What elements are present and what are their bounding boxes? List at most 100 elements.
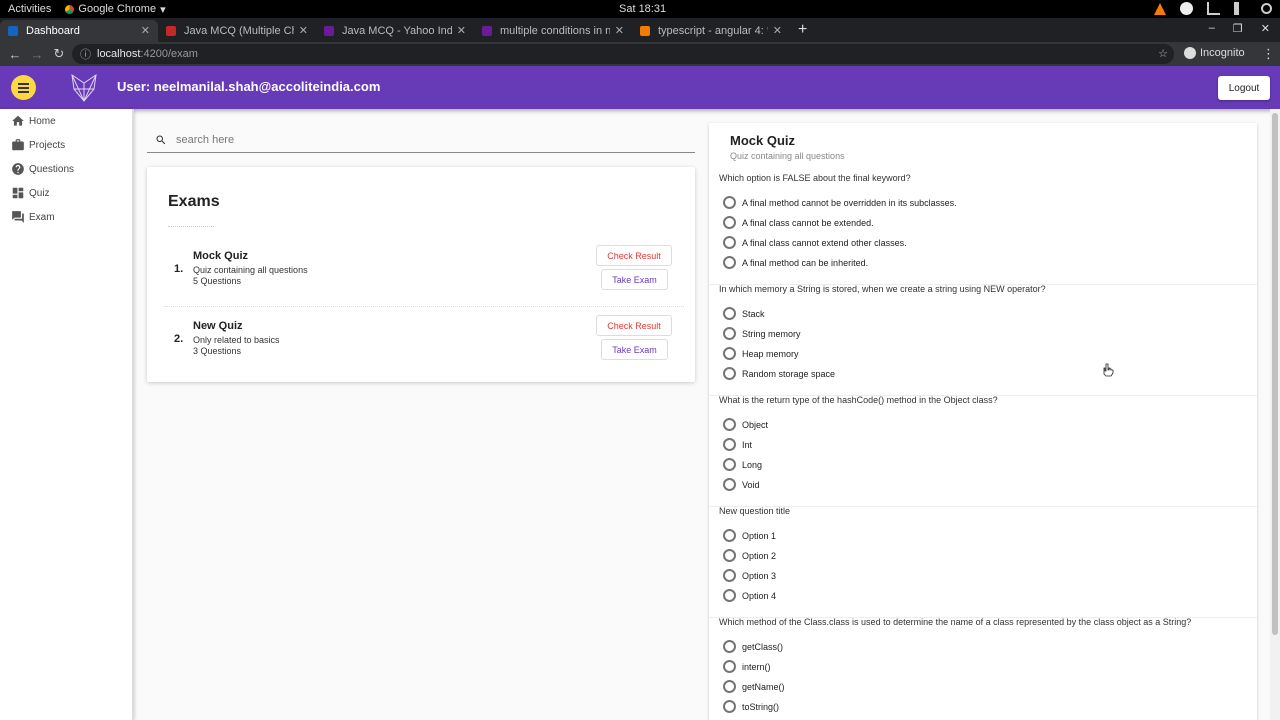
- answer-option[interactable]: Object: [723, 418, 768, 431]
- tab-multiple-conditions[interactable]: multiple conditions in ng ✕: [474, 20, 632, 42]
- exam-list-item[interactable]: 2. New Quiz Only related to basics 3 Que…: [164, 315, 684, 377]
- search-bar: [147, 128, 695, 153]
- option-label: Option 1: [742, 530, 777, 541]
- radio-button[interactable]: [723, 418, 736, 431]
- answer-option[interactable]: A final class cannot be extended.: [723, 216, 874, 229]
- tab-typescript[interactable]: typescript - angular 4: *ng ✕: [632, 20, 790, 42]
- activities-button[interactable]: Activities: [8, 3, 51, 15]
- incognito-icon: [1184, 47, 1196, 59]
- radio-button[interactable]: [723, 327, 736, 340]
- logout-button[interactable]: Logout: [1218, 76, 1270, 100]
- answer-option[interactable]: Heap memory: [723, 347, 799, 360]
- radio-button[interactable]: [723, 216, 736, 229]
- radio-button[interactable]: [723, 529, 736, 542]
- menu-toggle-button[interactable]: [11, 75, 36, 100]
- briefcase-icon: [12, 139, 24, 151]
- option-label: A final class cannot be extended.: [742, 217, 874, 228]
- page-scrollbar[interactable]: [1270, 109, 1280, 720]
- option-label: Stack: [742, 308, 765, 319]
- answer-option[interactable]: Stack: [723, 307, 765, 320]
- exam-number: 2.: [174, 333, 184, 345]
- radio-button[interactable]: [723, 256, 736, 269]
- close-window-icon[interactable]: ✕: [1261, 22, 1270, 35]
- back-arrow-icon[interactable]: ←: [4, 47, 26, 62]
- quiz-subtitle: Quiz containing all questions: [730, 151, 845, 161]
- system-tray[interactable]: [1154, 2, 1272, 15]
- answer-option[interactable]: A final class cannot extend other classe…: [723, 236, 907, 249]
- tab-java-mcq[interactable]: Java MCQ (Multiple Choi ✕: [158, 20, 316, 42]
- answer-option[interactable]: A final method can be inherited.: [723, 256, 868, 269]
- scrollbar-thumb[interactable]: [1272, 113, 1278, 635]
- sidebar-item-questions[interactable]: Questions: [0, 157, 132, 181]
- chrome-menu-icon[interactable]: ⋮: [1262, 46, 1275, 62]
- radio-button[interactable]: [723, 478, 736, 491]
- radio-button[interactable]: [723, 438, 736, 451]
- exam-list-item[interactable]: 1. Mock Quiz Quiz containing all questio…: [164, 245, 684, 307]
- option-label: Int: [742, 439, 753, 450]
- answer-option[interactable]: getClass(): [723, 640, 783, 653]
- close-icon[interactable]: ✕: [141, 24, 150, 37]
- answer-option[interactable]: getName(): [723, 680, 785, 693]
- tab-strip: Dashboard ✕ Java MCQ (Multiple Choi ✕ Ja…: [0, 18, 1280, 42]
- sidebar-item-label: Home: [29, 115, 56, 127]
- radio-button[interactable]: [723, 549, 736, 562]
- close-icon[interactable]: ✕: [615, 24, 624, 37]
- power-icon: [1261, 3, 1272, 14]
- answer-option[interactable]: Void: [723, 478, 760, 491]
- answer-option[interactable]: Option 2: [723, 549, 776, 562]
- answer-option[interactable]: Option 3: [723, 569, 776, 582]
- take-exam-button[interactable]: Take Exam: [601, 339, 668, 360]
- tab-yahoo[interactable]: Java MCQ - Yahoo India Se ✕: [316, 20, 474, 42]
- answer-option[interactable]: Option 1: [723, 529, 776, 542]
- close-icon[interactable]: ✕: [773, 24, 782, 37]
- tab-dashboard[interactable]: Dashboard ✕: [0, 20, 158, 42]
- radio-button[interactable]: [723, 236, 736, 249]
- app-menu[interactable]: Google Chrome ▾: [65, 3, 166, 16]
- answer-option[interactable]: intern(): [723, 660, 771, 673]
- radio-button[interactable]: [723, 640, 736, 653]
- check-result-button[interactable]: Check Result: [596, 245, 672, 266]
- forward-arrow-icon[interactable]: →: [26, 47, 48, 62]
- minimize-icon[interactable]: –: [1209, 22, 1215, 35]
- answer-option[interactable]: A final method cannot be overridden in i…: [723, 196, 957, 209]
- answer-option[interactable]: Long: [723, 458, 762, 471]
- system-clock[interactable]: Sat 18:31: [619, 3, 666, 15]
- check-result-button[interactable]: Check Result: [596, 315, 672, 336]
- sidebar-item-quiz[interactable]: Quiz: [0, 181, 132, 205]
- bookmark-star-icon[interactable]: ☆: [1158, 47, 1168, 60]
- close-icon[interactable]: ✕: [299, 24, 308, 37]
- home-icon: [12, 115, 24, 126]
- answer-option[interactable]: toString(): [723, 700, 779, 713]
- radio-button[interactable]: [723, 307, 736, 320]
- answer-option[interactable]: Int: [723, 438, 752, 451]
- option-label: Option 4: [742, 590, 777, 601]
- take-exam-button[interactable]: Take Exam: [601, 269, 668, 290]
- incognito-badge[interactable]: Incognito: [1184, 47, 1245, 59]
- close-icon[interactable]: ✕: [457, 24, 466, 37]
- question-text: Which method of the Class.class is used …: [719, 617, 1192, 627]
- sidebar-item-home[interactable]: Home: [0, 109, 132, 133]
- url-field[interactable]: ⓘ localhost:4200/exam ☆: [72, 44, 1174, 64]
- radio-button[interactable]: [723, 700, 736, 713]
- answer-option[interactable]: Option 4: [723, 589, 776, 602]
- new-tab-button[interactable]: +: [798, 21, 807, 39]
- radio-button[interactable]: [723, 347, 736, 360]
- reload-icon[interactable]: ↻: [48, 46, 70, 62]
- radio-button[interactable]: [723, 680, 736, 693]
- answer-option[interactable]: Random storage space: [723, 367, 835, 380]
- option-label: A final method can be inherited.: [742, 257, 869, 268]
- answer-option[interactable]: String memory: [723, 327, 801, 340]
- radio-button[interactable]: [723, 196, 736, 209]
- sidebar-item-exam[interactable]: Exam: [0, 205, 132, 229]
- sidebar-item-projects[interactable]: Projects: [0, 133, 132, 157]
- search-input[interactable]: [176, 134, 576, 146]
- radio-button[interactable]: [723, 589, 736, 602]
- maximize-icon[interactable]: ❐: [1233, 22, 1243, 35]
- sidebar: Home Projects Questions Quiz Exam: [0, 109, 134, 720]
- question-text: Which option is FALSE about the final ke…: [719, 173, 911, 183]
- radio-button[interactable]: [723, 458, 736, 471]
- dashboard-icon: [12, 187, 24, 199]
- radio-button[interactable]: [723, 569, 736, 582]
- radio-button[interactable]: [723, 367, 736, 380]
- radio-button[interactable]: [723, 660, 736, 673]
